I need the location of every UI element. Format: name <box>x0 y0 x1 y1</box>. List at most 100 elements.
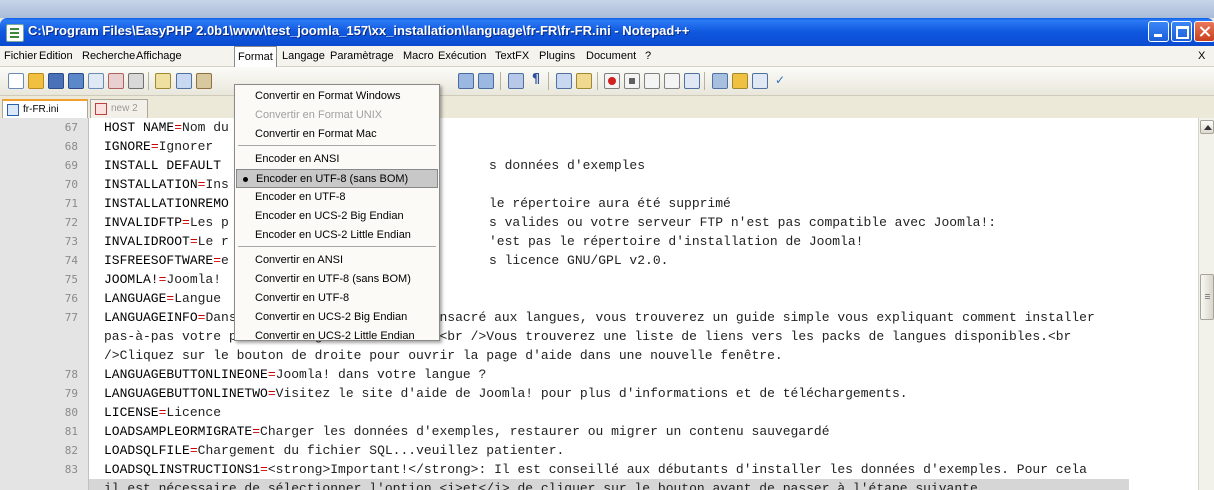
radio-check-icon <box>243 177 248 182</box>
close-document-button[interactable]: X <box>1196 46 1207 66</box>
new-file-icon[interactable] <box>8 73 24 89</box>
maximize-button[interactable] <box>1171 21 1192 42</box>
line-number: 70 <box>64 178 78 191</box>
code-line: IGNORE=Ignorer <box>104 137 213 156</box>
spellcheck-icon[interactable]: ✓ <box>772 73 788 89</box>
save-macro-icon[interactable] <box>684 73 700 89</box>
format-menu-item[interactable]: Convertir en UTF-8 <box>236 289 438 308</box>
menu-item-label: Convertir en ANSI <box>255 254 344 266</box>
menu-affichage[interactable]: Affichage <box>134 46 184 66</box>
menu-recherche[interactable]: Recherche <box>80 46 137 66</box>
menu-execution[interactable]: Exécution <box>436 46 488 66</box>
format-menu-item[interactable]: Convertir en ANSI <box>236 251 438 270</box>
format-menu-item[interactable]: Encoder en UCS-2 Big Endian <box>236 207 438 226</box>
file-unsaved-icon <box>95 103 107 115</box>
menu-parametrage[interactable]: Paramètrage <box>328 46 396 66</box>
menu-format[interactable]: Format <box>234 46 277 67</box>
code-line: INSTALLATION=Ins <box>104 175 229 194</box>
toolbar-separator <box>148 72 149 90</box>
toolbar-separator <box>548 72 549 90</box>
menu-plugins[interactable]: Plugins <box>537 46 577 66</box>
stop-macro-icon[interactable] <box>624 73 640 89</box>
menu-macro[interactable]: Macro <box>401 46 436 66</box>
copy-icon[interactable] <box>176 73 192 89</box>
line-key: LICENSE <box>104 405 159 420</box>
equals-sign: = <box>213 253 222 268</box>
line-value: Joomla! dans votre langue ? <box>275 367 487 382</box>
tab-new-2[interactable]: new 2 <box>90 99 148 118</box>
text-editor[interactable]: 67 68 69 70 71 72 73 74 75 76 77 78 79 80 81 82 83 HOST … <box>0 118 1198 490</box>
format-menu-item[interactable]: Convertir en Format Mac <box>236 125 438 144</box>
save-icon[interactable] <box>48 73 64 89</box>
save-all-icon[interactable] <box>68 73 84 89</box>
format-menu-item[interactable]: Encoder en UTF-8 (sans BOM) <box>236 169 438 188</box>
document-map-icon[interactable] <box>752 73 768 89</box>
format-menu-item[interactable]: Encoder en UCS-2 Little Endian <box>236 226 438 245</box>
toolbar-separator <box>704 72 705 90</box>
sync-scroll-icon[interactable] <box>508 73 524 89</box>
line-key: LANGUAGEINFO <box>104 310 198 325</box>
menu-help[interactable]: ? <box>643 46 653 66</box>
print-icon[interactable] <box>128 73 144 89</box>
open-file-icon[interactable] <box>28 73 44 89</box>
vertical-scrollbar[interactable] <box>1198 118 1214 490</box>
menu-langage[interactable]: Langage <box>280 46 327 66</box>
record-macro-icon[interactable] <box>604 73 620 89</box>
cut-icon[interactable] <box>155 73 171 89</box>
line-number: 78 <box>64 368 78 381</box>
play-multiple-icon[interactable] <box>664 73 680 89</box>
menu-item-label: Encoder en UCS-2 Big Endian <box>255 210 404 222</box>
format-menu-item[interactable]: Convertir en Format Windows <box>236 87 438 106</box>
minimize-button[interactable] <box>1148 21 1169 42</box>
zoom-in-icon[interactable] <box>458 73 474 89</box>
wrap-icon[interactable] <box>576 73 592 89</box>
format-menu-item[interactable]: Convertir en UTF-8 (sans BOM) <box>236 270 438 289</box>
format-menu-item[interactable]: Convertir en Format UNIX <box>236 106 438 125</box>
code-line: INSTALLATIONREMO le répertoire aura été s… <box>104 194 731 213</box>
code-line: LOADSQLINSTRUCTIONS1=<strong>Important!<… <box>104 460 1087 479</box>
equals-sign: = <box>150 139 159 154</box>
menu-edition[interactable]: Edition <box>37 46 75 66</box>
equals-sign: = <box>260 462 268 477</box>
equals-sign: = <box>252 424 261 439</box>
format-menu-item[interactable]: Encoder en ANSI <box>236 150 438 169</box>
menu-document[interactable]: Document <box>584 46 638 66</box>
code-line: JOOMLA!=Joomla! <box>104 270 221 289</box>
close-all-icon[interactable] <box>108 73 124 89</box>
indent-guide-icon[interactable] <box>556 73 572 89</box>
function-list-icon[interactable] <box>712 73 728 89</box>
close-file-icon[interactable] <box>88 73 104 89</box>
format-menu-item[interactable]: Encoder en UTF-8 <box>236 188 438 207</box>
code-line: LICENSE=Licence <box>104 403 221 422</box>
line-number: 72 <box>64 216 78 229</box>
line-number: 75 <box>64 273 78 286</box>
scroll-thumb[interactable] <box>1200 274 1214 320</box>
title-bar[interactable]: C:\Program Files\EasyPHP 2.0b1\www\test_… <box>0 18 1214 46</box>
close-button[interactable] <box>1194 21 1214 42</box>
play-macro-icon[interactable] <box>644 73 660 89</box>
show-all-chars-icon[interactable]: ¶ <box>528 73 544 89</box>
folder-icon[interactable] <box>732 73 748 89</box>
tab-fr-fr-ini[interactable]: fr-FR.ini <box>2 99 88 118</box>
code-line: LOADSQLFILE=Chargement du fichier SQL...… <box>104 441 564 460</box>
line-key: LOADSQLFILE <box>104 443 190 458</box>
code-line: LANGUAGEBUTTONLINEONE=Joomla! dans votre… <box>104 365 486 384</box>
format-menu-item[interactable]: Convertir en UCS-2 Little Endian <box>236 327 438 346</box>
line-key: LANGUAGE <box>104 291 167 306</box>
code-line: INVALIDROOT=Le r 'est pas le répertoire d… <box>104 232 863 251</box>
line-number: 67 <box>64 121 78 134</box>
menu-fichier[interactable]: Fichier <box>2 46 39 66</box>
zoom-out-icon[interactable] <box>478 73 494 89</box>
line-key: INSTALL DEFAULT <box>104 158 222 173</box>
menu-item-label: Convertir en UCS-2 Big Endian <box>255 311 408 323</box>
format-menu-item[interactable]: Convertir en UCS-2 Big Endian <box>236 308 438 327</box>
line-number: 77 <box>64 311 78 324</box>
paste-icon[interactable] <box>196 73 212 89</box>
code-line: LANGUAGEBUTTONLINETWO=Visitez le site d'… <box>104 384 908 403</box>
scroll-up-icon[interactable] <box>1200 120 1214 134</box>
notepadpp-window: C:\Program Files\EasyPHP 2.0b1\www\test_… <box>0 18 1214 490</box>
menu-item-label: Convertir en UTF-8 (sans BOM) <box>255 273 411 285</box>
window-title: C:\Program Files\EasyPHP 2.0b1\www\test_… <box>28 23 690 38</box>
line-number <box>0 346 78 365</box>
menu-textfx[interactable]: TextFX <box>493 46 531 66</box>
